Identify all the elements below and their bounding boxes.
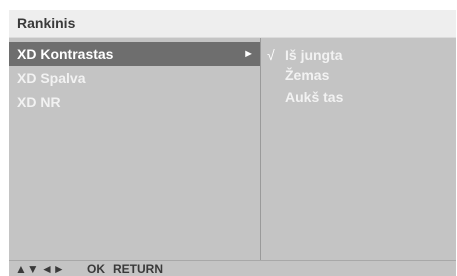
page-title: Rankinis: [17, 15, 76, 31]
menu-item-xd-kontrastas[interactable]: XD Kontrastas ►: [9, 42, 260, 66]
option-isjungta[interactable]: √ Iš jungta: [261, 44, 456, 66]
title-bar: Rankinis: [9, 10, 456, 38]
menu-item-label: XD NR: [17, 94, 61, 110]
option-label: Iš jungta: [285, 47, 343, 63]
navigation-hint-bar: ▲▼ ◄► OK RETURN: [9, 260, 456, 276]
menu-item-xd-spalva[interactable]: XD Spalva: [9, 66, 260, 90]
left-right-arrows-icon: ◄►: [41, 262, 65, 276]
option-zemas[interactable]: Žemas: [261, 64, 456, 86]
return-hint: RETURN: [113, 262, 163, 276]
ok-hint: OK: [87, 262, 105, 276]
menu-item-label: XD Spalva: [17, 70, 86, 86]
menu-panel: XD Kontrastas ► XD Spalva XD NR: [9, 38, 260, 268]
option-aukstas[interactable]: Aukš tas: [261, 86, 456, 108]
option-label: Aukš tas: [285, 89, 344, 105]
menu-item-label: XD Kontrastas: [17, 46, 114, 62]
options-panel: √ Iš jungta Žemas Aukš tas: [261, 38, 456, 268]
submenu-arrow-icon: ►: [243, 48, 254, 60]
option-label: Žemas: [285, 67, 330, 83]
menu-item-xd-nr[interactable]: XD NR: [9, 90, 260, 114]
check-icon: √: [267, 47, 275, 63]
up-down-arrows-icon: ▲▼: [15, 262, 39, 276]
osd-window: Rankinis XD Kontrastas ► XD Spalva XD NR…: [9, 10, 456, 276]
